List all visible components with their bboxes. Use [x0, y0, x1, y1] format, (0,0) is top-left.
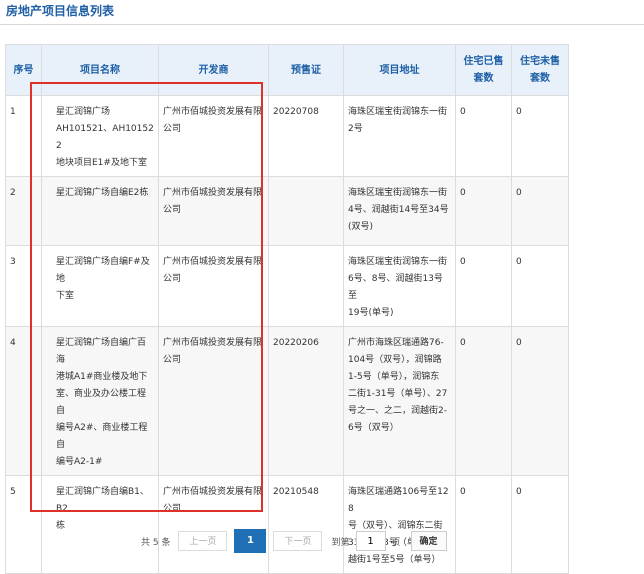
col-header-developer: 开发商: [158, 44, 269, 96]
prev-page-button[interactable]: 上一页: [178, 531, 228, 551]
table-row: 1 星汇润锦广场 AH101521、AH101522 地块项目E1#及地下室 广…: [5, 95, 569, 177]
cell-sold-units: 0: [455, 475, 512, 574]
cell-address: 海珠区瑞宝街润锦东一街 6号、8号、润越街13号至 19号(单号): [343, 245, 456, 327]
project-table: 序号 项目名称 开发商 预售证 项目地址 住宅已售 套数 住宅未售 套数 1 星…: [5, 44, 569, 574]
page-button-current[interactable]: 1: [234, 529, 267, 553]
cell-developer: 广州市佰城投资发展有限 公司: [158, 475, 269, 574]
pagination: 共 5 条 上一页 1 下一页 到第 页 确定: [141, 529, 447, 553]
table-row: 3 星汇润锦广场自编F#及地 下室 广州市佰城投资发展有限 公司 海珠区瑞宝街润…: [5, 245, 569, 327]
cell-developer: 广州市佰城投资发展有限 公司: [158, 176, 269, 246]
cell-sold-units: 0: [455, 245, 512, 327]
cell-project-name: 星汇润锦广场 AH101521、AH101522 地块项目E1#及地下室: [41, 95, 159, 177]
col-header-presale-permit: 预售证: [268, 44, 344, 96]
goto-page-input[interactable]: [355, 531, 386, 551]
cell-unsold-units: 0: [511, 176, 569, 246]
cell-unsold-units: 0: [511, 95, 569, 177]
cell-unsold-units: 0: [511, 245, 569, 327]
col-header-unsold-units: 住宅未售 套数: [511, 44, 569, 96]
cell-sold-units: 0: [455, 326, 512, 476]
cell-sold-units: 0: [455, 95, 512, 177]
confirm-button[interactable]: 确定: [410, 531, 447, 551]
cell-presale-permit: 20220206: [268, 326, 344, 476]
col-header-address: 项目地址: [343, 44, 456, 96]
table-header-row: 序号 项目名称 开发商 预售证 项目地址 住宅已售 套数 住宅未售 套数: [5, 44, 569, 96]
page-title: 房地产项目信息列表: [6, 4, 115, 18]
cell-index: 4: [5, 326, 42, 476]
cell-address: 海珠区瑞宝街润锦东一街 2号: [343, 95, 456, 177]
table-row: 2 星汇润锦广场自编E2栋 广州市佰城投资发展有限 公司 海珠区瑞宝街润锦东一街…: [5, 176, 569, 246]
col-header-sold-units: 住宅已售 套数: [455, 44, 512, 96]
cell-presale-permit: 20220708: [268, 95, 344, 177]
goto-label: 到第: [331, 537, 350, 548]
cell-project-name: 星汇润锦广场自编F#及地 下室: [41, 245, 159, 327]
cell-presale-permit: 20210548: [268, 475, 344, 574]
cell-index: 3: [5, 245, 42, 327]
page-unit-label: 页: [391, 537, 401, 548]
col-header-project-name: 项目名称: [41, 44, 159, 96]
cell-address: 广州市海珠区瑞通路76- 104号（双号），润锦路 1-5号（单号），润锦东 二…: [343, 326, 456, 476]
cell-project-name: 星汇润锦广场自编广百海 港城A1#商业楼及地下 室、商业及办公楼工程自 编号A2…: [41, 326, 159, 476]
cell-index: 1: [5, 95, 42, 177]
cell-developer: 广州市佰城投资发展有限 公司: [158, 245, 269, 327]
cell-index: 5: [5, 475, 42, 574]
cell-project-name: 星汇润锦广场自编B1、B2 栋: [41, 475, 159, 574]
cell-address: 海珠区瑞通路106号至128 号（双号）、润锦东二街 33号至63号（单号）、润…: [343, 475, 456, 574]
pagination-total: 共 5 条: [141, 537, 171, 548]
table-row: 5 星汇润锦广场自编B1、B2 栋 广州市佰城投资发展有限 公司 2021054…: [5, 475, 569, 574]
cell-sold-units: 0: [455, 176, 512, 246]
cell-index: 2: [5, 176, 42, 246]
cell-unsold-units: 0: [511, 326, 569, 476]
cell-developer: 广州市佰城投资发展有限 公司: [158, 326, 269, 476]
cell-unsold-units: 0: [511, 475, 569, 574]
table-row: 4 星汇润锦广场自编广百海 港城A1#商业楼及地下 室、商业及办公楼工程自 编号…: [5, 326, 569, 476]
cell-developer: 广州市佰城投资发展有限 公司: [158, 95, 269, 177]
next-page-button[interactable]: 下一页: [273, 531, 323, 551]
cell-address: 海珠区瑞宝街润锦东一街 4号、润越街14号至34号 (双号): [343, 176, 456, 246]
cell-presale-permit: [268, 245, 344, 327]
cell-project-name: 星汇润锦广场自编E2栋: [41, 176, 159, 246]
title-divider: [0, 24, 644, 25]
cell-presale-permit: [268, 176, 344, 246]
col-header-index: 序号: [5, 44, 42, 96]
